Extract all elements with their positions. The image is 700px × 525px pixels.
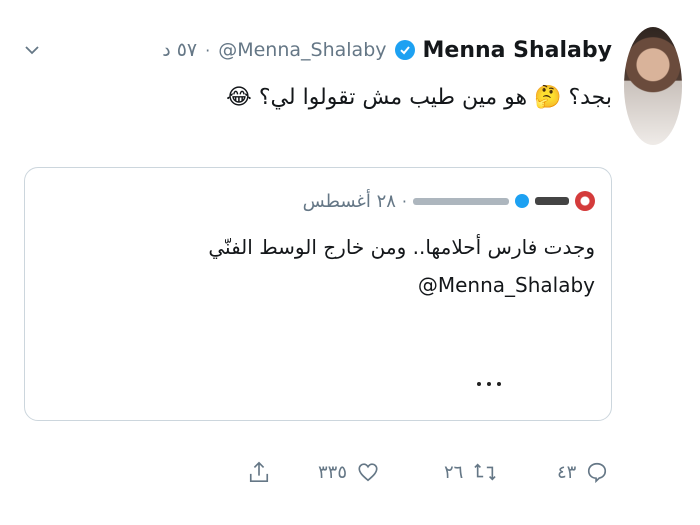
quoted-author-name (535, 197, 569, 205)
like-icon (357, 461, 379, 483)
quoted-author-avatar (575, 191, 595, 211)
tweet-text: بجد؟ 🤔 هو مين طيب مش تقولوا لي؟ 😂 (226, 85, 612, 110)
quoted-tweet-header: ٢٨ أغسطس · (303, 186, 595, 216)
quoted-author-handle (413, 197, 509, 205)
tweet-header: ٥٧ د · @Menna_Shalaby Menna Shalaby (162, 30, 612, 70)
separator-dot: · (205, 40, 211, 60)
tweet-time[interactable]: ٥٧ د (162, 39, 197, 61)
quoted-tweet-text: وجدت فارس أحلامها.. ومن خارج الوسط الفنّ… (208, 228, 595, 304)
author-name[interactable]: Menna Shalaby (423, 38, 612, 63)
quoted-tweet[interactable]: ٢٨ أغسطس · وجدت فارس أحلامها.. ومن خارج … (24, 167, 612, 421)
retweet-button[interactable]: ٢٦ (444, 452, 497, 492)
tweet-actions: ٤٣ ٢٦ ٣٣٥ (0, 452, 700, 492)
share-icon (248, 460, 270, 484)
author-handle[interactable]: @Menna_Shalaby (218, 39, 386, 61)
quoted-tweet-date[interactable]: ٢٨ أغسطس (303, 191, 396, 212)
chevron-down-icon[interactable] (24, 42, 40, 58)
avatar[interactable] (624, 27, 682, 145)
like-count: ٣٣٥ (318, 461, 348, 483)
quoted-tweet-line: وجدت فارس أحلامها.. ومن خارج الوسط الفنّ… (208, 235, 595, 259)
verified-icon (394, 40, 415, 60)
reply-count: ٤٣ (557, 461, 577, 483)
separator-dot: · (401, 191, 407, 211)
quoted-tweet-mention[interactable]: @Menna_Shalaby (418, 266, 595, 304)
share-button[interactable] (248, 452, 270, 492)
retweet-icon (473, 461, 497, 483)
retweet-count: ٢٦ (444, 461, 464, 483)
truncated-text-dots (471, 371, 501, 386)
reply-button[interactable]: ٤٣ (557, 452, 608, 492)
reply-icon (586, 461, 608, 483)
tweet-card[interactable]: ٥٧ د · @Menna_Shalaby Menna Shalaby بجد؟… (0, 0, 700, 525)
verified-icon (515, 194, 529, 208)
like-button[interactable]: ٣٣٥ (318, 452, 379, 492)
